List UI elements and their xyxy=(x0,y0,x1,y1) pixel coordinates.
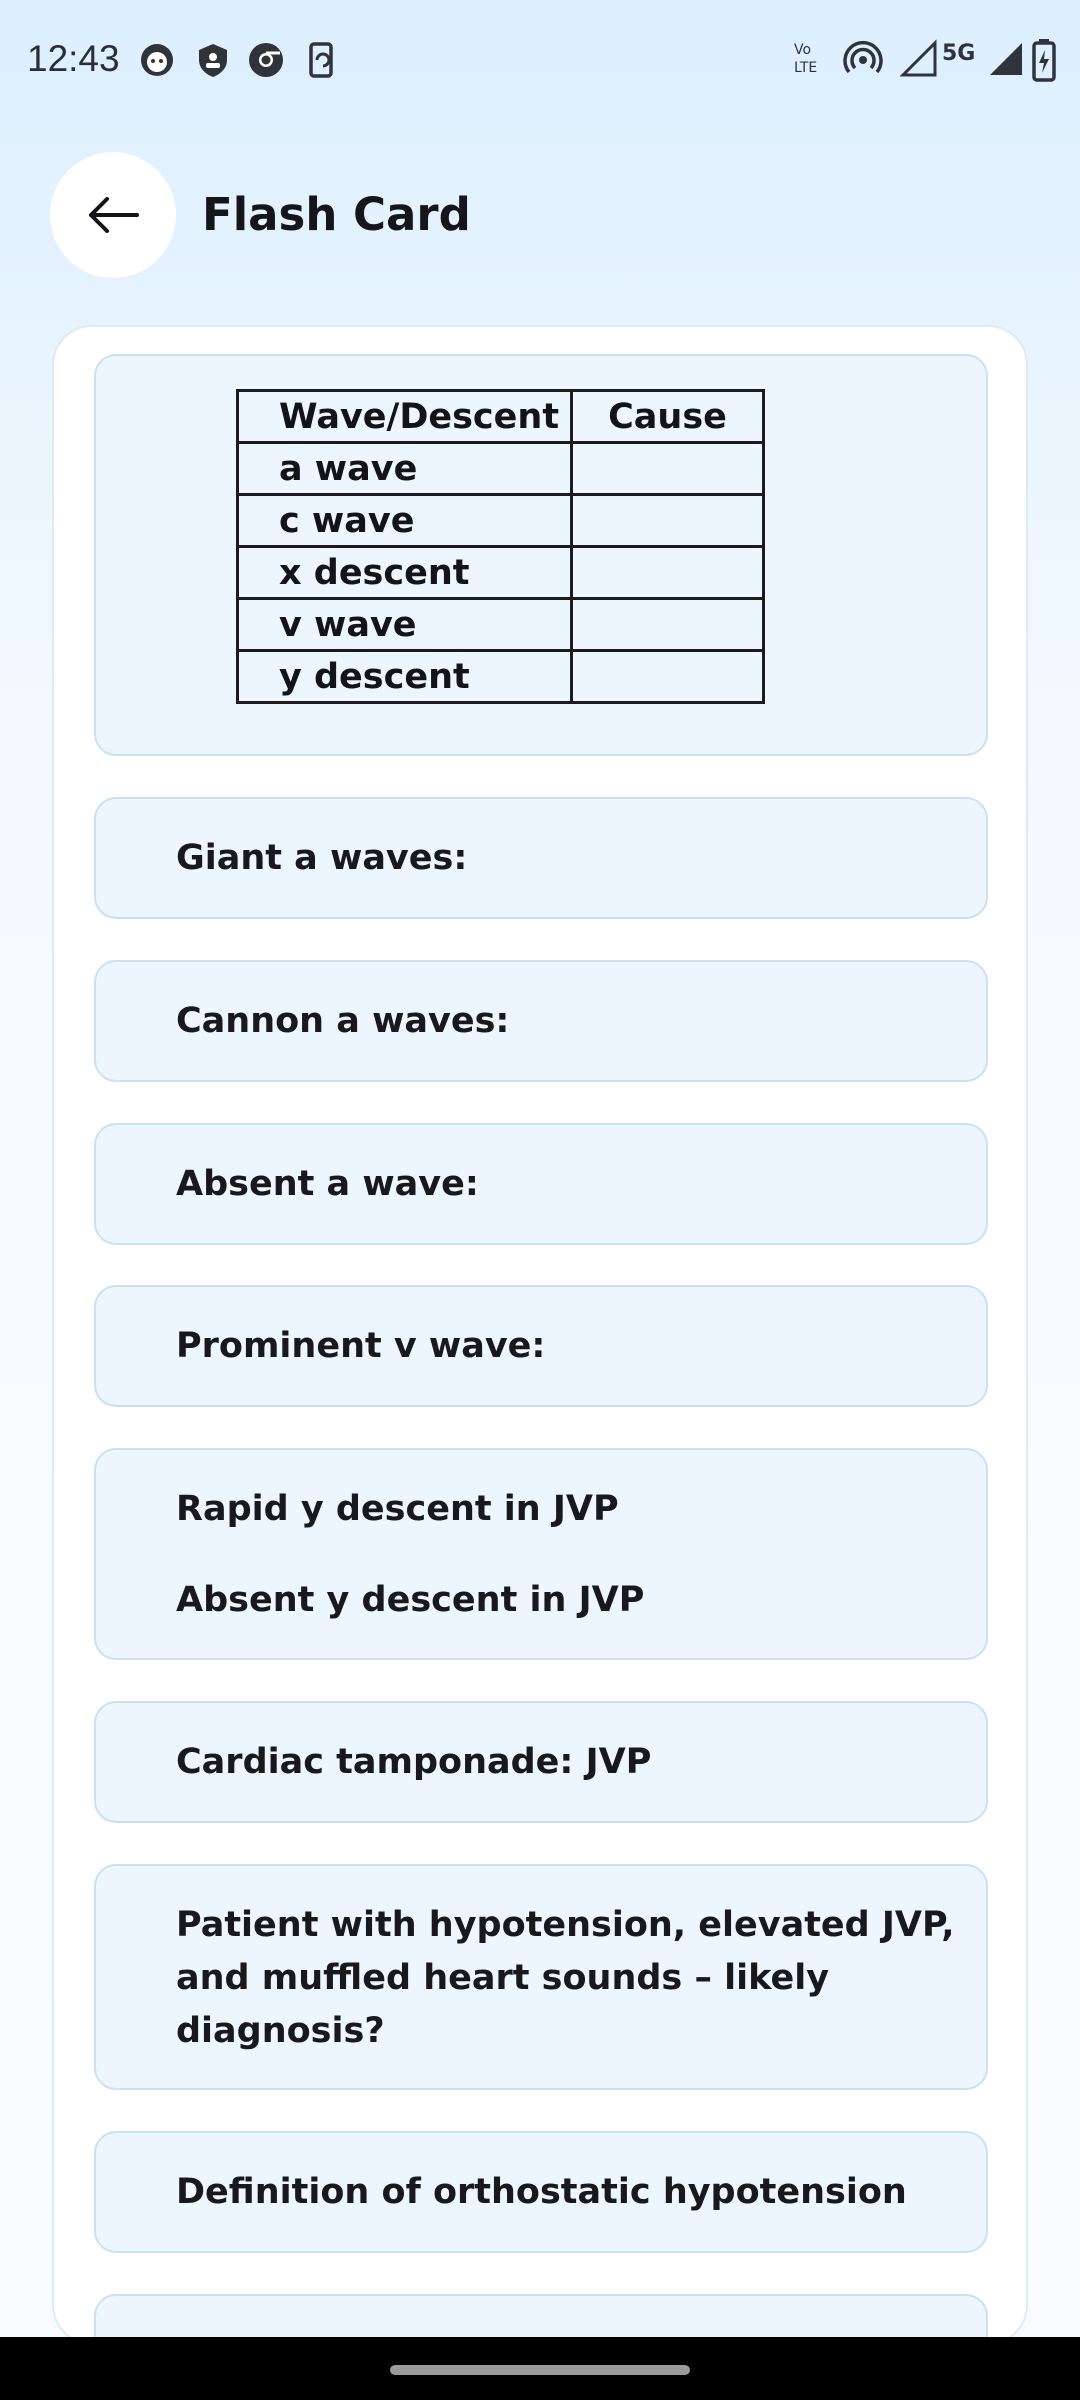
card-text: Cannon a waves: xyxy=(176,1001,510,1041)
table-cell-cause xyxy=(570,597,765,652)
table-cell-wave: a wave xyxy=(236,441,573,496)
table-row: y descent xyxy=(236,649,765,704)
card-text: Absent a wave: xyxy=(176,1164,479,1204)
hotspot-icon xyxy=(843,41,883,74)
screen-rotate-icon xyxy=(309,42,333,78)
signal-icon xyxy=(900,39,937,77)
table-header-row: Wave/Descent Cause xyxy=(236,389,765,444)
svg-text:LTE: LTE xyxy=(794,60,817,76)
flashcard-y-descent[interactable]: Rapid y descent in JVP Absent y descent … xyxy=(94,1448,988,1660)
card-text-line-2: Absent y descent in JVP xyxy=(176,1580,645,1620)
card-text: Giant a waves: xyxy=(176,838,468,878)
home-gesture-handle[interactable] xyxy=(390,2365,690,2375)
svg-text:5G: 5G xyxy=(942,41,975,66)
smiley-icon xyxy=(141,44,173,76)
shield-icon xyxy=(199,44,227,77)
flashcard-absent-a-wave[interactable]: Absent a wave: xyxy=(94,1123,988,1245)
card-text: Prominent v wave: xyxy=(176,1326,546,1366)
battery-charging-icon xyxy=(1032,39,1056,82)
volte-icon: Vo LTE xyxy=(794,42,817,76)
status-time: 12:43 xyxy=(27,38,120,79)
card-text-line-3: diagnosis? xyxy=(176,2011,385,2051)
card-text-line-1: Patient with hypotension, elevated JVP, xyxy=(176,1905,955,1945)
table-cell-cause xyxy=(570,493,765,548)
table-row: c wave xyxy=(236,493,765,548)
table-cell-wave: v wave xyxy=(236,597,573,652)
table-cell-wave: x descent xyxy=(236,545,573,600)
flashcard-hypotension-diagnosis[interactable]: Patient with hypotension, elevated JVP, … xyxy=(94,1864,988,2090)
chrome-icon xyxy=(249,43,283,77)
table-card[interactable]: Wave/Descent Cause a wave c wave x desce… xyxy=(94,354,988,756)
back-button[interactable] xyxy=(50,152,176,278)
5g-signal-icon xyxy=(990,43,1022,75)
flashcard-orthostatic-hypotension[interactable]: Definition of orthostatic hypotension xyxy=(94,2131,988,2253)
arrow-left-icon xyxy=(89,197,139,233)
table-cell-wave: y descent xyxy=(236,649,573,704)
table-cell-cause xyxy=(570,441,765,496)
flashcard-cardiac-tamponade[interactable]: Cardiac tamponade: JVP xyxy=(94,1701,988,1823)
5g-label-icon: 5G xyxy=(942,41,975,66)
flashcard-giant-a-waves[interactable]: Giant a waves: xyxy=(94,797,988,919)
table-row: v wave xyxy=(236,597,765,652)
card-text-line-2: and muffled heart sounds – likely xyxy=(176,1958,830,1998)
flashcard-list[interactable]: Wave/Descent Cause a wave c wave x desce… xyxy=(52,325,1028,2345)
wave-descent-table: Wave/Descent Cause a wave c wave x desce… xyxy=(236,389,765,704)
page-title: Flash Card xyxy=(202,188,471,241)
table-cell-cause xyxy=(570,545,765,600)
table-header-cause: Cause xyxy=(570,389,765,444)
table-cell-cause xyxy=(570,649,765,704)
svg-text:Vo: Vo xyxy=(794,42,811,58)
card-text: Cardiac tamponade: JVP xyxy=(176,1742,652,1782)
card-text-line-1: Rapid y descent in JVP xyxy=(176,1489,619,1529)
flashcard-prominent-v-wave[interactable]: Prominent v wave: xyxy=(94,1285,988,1407)
table-row: a wave xyxy=(236,441,765,496)
table-cell-wave: c wave xyxy=(236,493,573,548)
table-header-wave: Wave/Descent xyxy=(236,389,573,444)
status-bar: 12:43 Vo LTE 5G xyxy=(0,0,1080,125)
flashcard-cannon-a-waves[interactable]: Cannon a waves: xyxy=(94,960,988,1082)
table-row: x descent xyxy=(236,545,765,600)
card-text: Definition of orthostatic hypotension xyxy=(176,2172,907,2212)
